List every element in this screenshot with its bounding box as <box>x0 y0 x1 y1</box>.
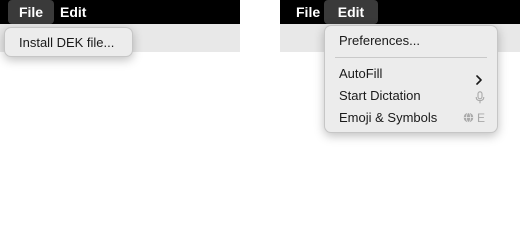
emoji-symbols-item[interactable]: Emoji & Symbols E <box>325 107 497 129</box>
file-menu[interactable]: File <box>8 0 54 24</box>
right-screenshot: File Edit Preferences... AutoFill Start … <box>280 0 520 240</box>
menu-bar: File Edit <box>0 0 240 24</box>
start-dictation-item[interactable]: Start Dictation <box>325 85 497 107</box>
emoji-symbols-label: Emoji & Symbols <box>339 110 438 125</box>
autofill-item[interactable]: AutoFill <box>325 63 497 85</box>
install-dek-file-item[interactable]: Install DEK file... <box>5 32 132 54</box>
shortcut-key: E <box>476 111 485 125</box>
file-menu[interactable]: File <box>288 0 328 24</box>
left-screenshot: File Edit Install DEK file... <box>0 0 240 240</box>
file-dropdown-menu: Install DEK file... <box>4 27 133 57</box>
globe-icon <box>463 108 474 130</box>
menu-bar: File Edit <box>280 0 520 24</box>
preferences-item[interactable]: Preferences... <box>325 30 497 52</box>
edit-menu[interactable]: Edit <box>52 0 94 24</box>
edit-menu[interactable]: Edit <box>324 0 378 24</box>
edit-dropdown-menu: Preferences... AutoFill Start Dictation <box>324 25 498 133</box>
menu-divider <box>335 57 487 58</box>
emoji-shortcut: E <box>463 107 485 130</box>
start-dictation-label: Start Dictation <box>339 88 421 103</box>
preferences-label: Preferences... <box>339 33 420 48</box>
autofill-label: AutoFill <box>339 66 383 81</box>
